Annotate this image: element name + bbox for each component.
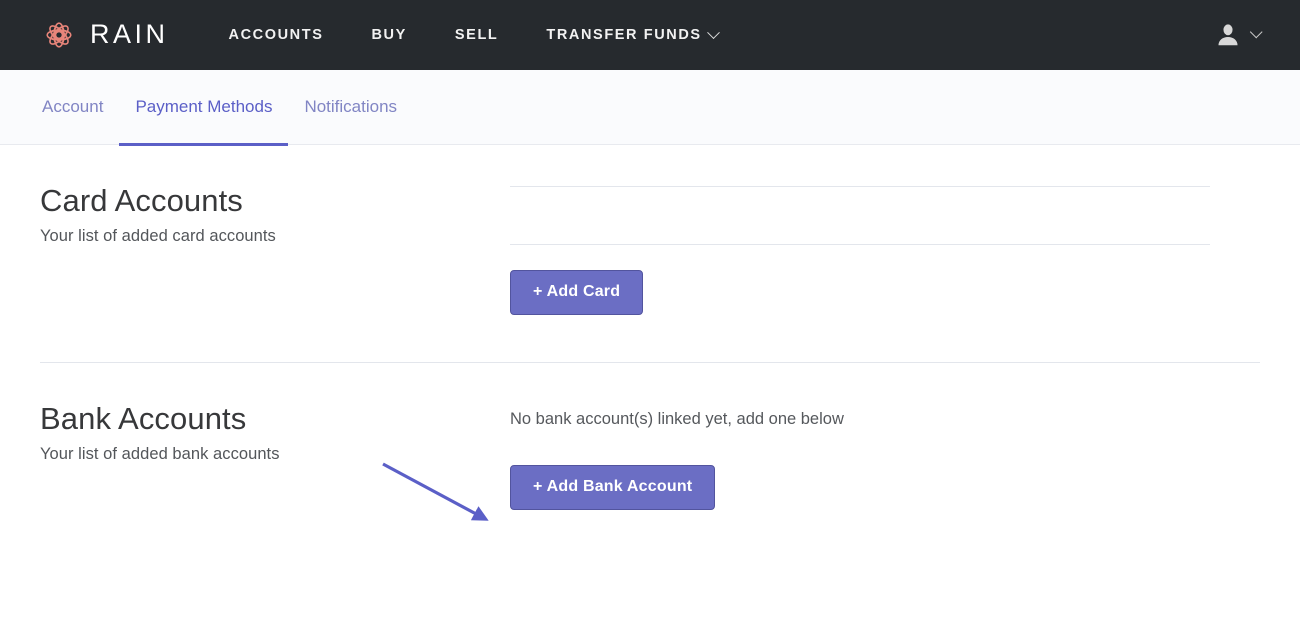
bank-accounts-title: Bank Accounts: [40, 401, 247, 436]
card-accounts-table: [510, 186, 1210, 245]
nav-item-buy-label: BUY: [371, 27, 407, 43]
chevron-down-icon: [1249, 25, 1263, 38]
card-accounts-subtitle: Your list of added card accounts: [40, 226, 276, 245]
tab-payment-methods[interactable]: Payment Methods: [119, 70, 289, 146]
tab-payment-methods-label: Payment Methods: [135, 97, 273, 116]
nav-item-buy[interactable]: BUY: [347, 21, 430, 49]
bank-accounts-section: Bank Accounts Your list of added bank ac…: [40, 363, 1260, 510]
nav-item-sell-label: SELL: [454, 27, 499, 43]
nav-item-accounts[interactable]: ACCOUNTS: [205, 21, 348, 49]
chevron-down-icon: [706, 25, 720, 39]
card-accounts-title: Card Accounts: [40, 183, 243, 218]
settings-tab-strip: Account Payment Methods Notifications: [0, 70, 1300, 146]
add-card-button-wrapper: + Add Card: [510, 270, 1260, 315]
nav-item-accounts-label: ACCOUNTS: [228, 27, 324, 43]
primary-nav-links: ACCOUNTS BUY SELL TRANSFER FUNDS: [205, 21, 742, 49]
nav-item-sell[interactable]: SELL: [431, 21, 522, 49]
add-bank-account-button[interactable]: + Add Bank Account: [510, 465, 716, 510]
tab-notifications-label: Notifications: [304, 97, 398, 116]
top-navigation-bar: RAIN ACCOUNTS BUY SELL TRANSFER FUNDS: [0, 0, 1300, 70]
card-accounts-heading-block: Card Accounts Your list of added card ac…: [40, 183, 510, 246]
add-bank-account-button-wrapper: + Add Bank Account: [510, 465, 1260, 510]
tab-account-label: Account: [42, 97, 104, 116]
add-card-button[interactable]: + Add Card: [510, 270, 644, 315]
tab-notifications[interactable]: Notifications: [288, 70, 413, 145]
bank-accounts-subtitle: Your list of added bank accounts: [40, 444, 280, 463]
nav-item-transfer-funds-label: TRANSFER FUNDS: [546, 27, 702, 43]
account-menu-button[interactable]: [1215, 22, 1264, 48]
brand-name: RAIN: [90, 18, 169, 49]
nav-item-transfer-funds[interactable]: TRANSFER FUNDS: [522, 21, 741, 49]
bank-accounts-empty-message: No bank account(s) linked yet, add one b…: [510, 410, 844, 428]
payment-methods-content: Card Accounts Your list of added card ac…: [0, 145, 1300, 510]
rain-flower-logo-icon: [46, 22, 72, 48]
brand-logo-link[interactable]: RAIN: [40, 16, 169, 54]
user-avatar-icon: [1218, 24, 1238, 46]
bank-accounts-heading-block: Bank Accounts Your list of added bank ac…: [40, 401, 510, 464]
card-accounts-section: Card Accounts Your list of added card ac…: [40, 145, 1260, 315]
tab-account[interactable]: Account: [26, 70, 119, 145]
card-accounts-body: + Add Card: [510, 183, 1260, 315]
bank-accounts-body: No bank account(s) linked yet, add one b…: [510, 401, 1260, 510]
